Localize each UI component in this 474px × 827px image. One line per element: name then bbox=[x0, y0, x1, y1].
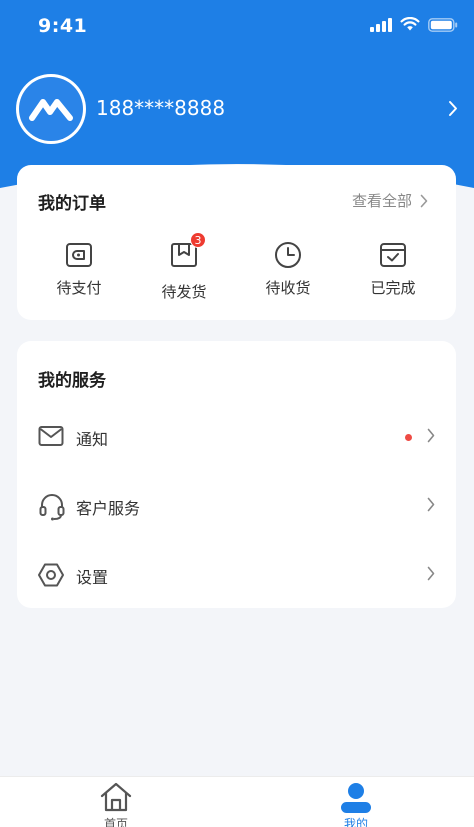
order-item-label: 待支付 bbox=[56, 279, 102, 297]
order-item-label: 待发货 bbox=[161, 283, 207, 301]
unread-dot bbox=[405, 434, 412, 441]
status-bar: 9:41 bbox=[0, 0, 474, 54]
service-row-settings[interactable]: 设置 bbox=[17, 550, 456, 600]
view-all-label: 查看全部 bbox=[351, 192, 412, 210]
order-item-label: 已完成 bbox=[370, 279, 416, 297]
order-pending-payment[interactable]: 待支付 bbox=[34, 241, 124, 298]
order-pending-receipt[interactable]: 待收货 bbox=[243, 241, 333, 298]
user-phone: 188****8888 bbox=[96, 96, 226, 120]
services-title: 我的服务 bbox=[38, 371, 106, 391]
avatar[interactable] bbox=[16, 74, 86, 144]
order-completed[interactable]: 已完成 bbox=[348, 241, 438, 298]
wifi-icon bbox=[400, 17, 420, 31]
tab-label: 我的 bbox=[343, 817, 368, 827]
service-row-notifications[interactable]: 通知 bbox=[17, 412, 456, 462]
service-row-customer-service[interactable]: 客户服务 bbox=[17, 481, 456, 531]
user-icon bbox=[341, 783, 371, 813]
status-time: 9:41 bbox=[38, 15, 88, 37]
clock-icon bbox=[275, 242, 301, 268]
chevron-right-icon bbox=[427, 428, 435, 443]
chevron-right-icon[interactable] bbox=[448, 100, 458, 117]
chevron-right-icon bbox=[427, 497, 435, 512]
profile-header[interactable]: 188****8888 bbox=[16, 74, 458, 144]
notification-badge: 3 bbox=[190, 232, 206, 248]
tab-bar: 首页 我的 bbox=[0, 776, 474, 827]
orders-card: 我的订单 查看全部 待支付 3 待发货 待收货 已完成 bbox=[17, 165, 456, 320]
services-card: 我的服务 通知 客户服务 设置 bbox=[17, 341, 456, 608]
avatar-logo bbox=[19, 77, 83, 141]
logo-icon bbox=[29, 99, 73, 121]
service-label: 客户服务 bbox=[76, 499, 141, 518]
mail-icon bbox=[38, 426, 64, 446]
service-label: 设置 bbox=[76, 568, 109, 587]
cellular-signal-icon bbox=[370, 17, 392, 32]
status-icons bbox=[370, 17, 458, 32]
tab-label: 首页 bbox=[103, 817, 128, 827]
battery-icon bbox=[428, 17, 458, 32]
headset-icon bbox=[39, 494, 65, 521]
tab-mine[interactable]: 我的 bbox=[311, 781, 401, 827]
home-icon bbox=[100, 782, 132, 812]
settings-hex-icon bbox=[38, 563, 64, 587]
calendar-check-icon bbox=[380, 243, 406, 267]
service-label: 通知 bbox=[76, 430, 109, 449]
chevron-right-icon bbox=[427, 566, 435, 581]
tab-home[interactable]: 首页 bbox=[71, 781, 161, 827]
chevron-right-icon bbox=[420, 194, 428, 207]
orders-title: 我的订单 bbox=[38, 194, 106, 214]
view-all-orders-link[interactable]: 查看全部 bbox=[352, 190, 428, 211]
order-pending-shipment[interactable]: 3 待发货 bbox=[139, 232, 229, 302]
order-item-label: 待收货 bbox=[265, 279, 311, 297]
wallet-icon bbox=[66, 243, 92, 267]
